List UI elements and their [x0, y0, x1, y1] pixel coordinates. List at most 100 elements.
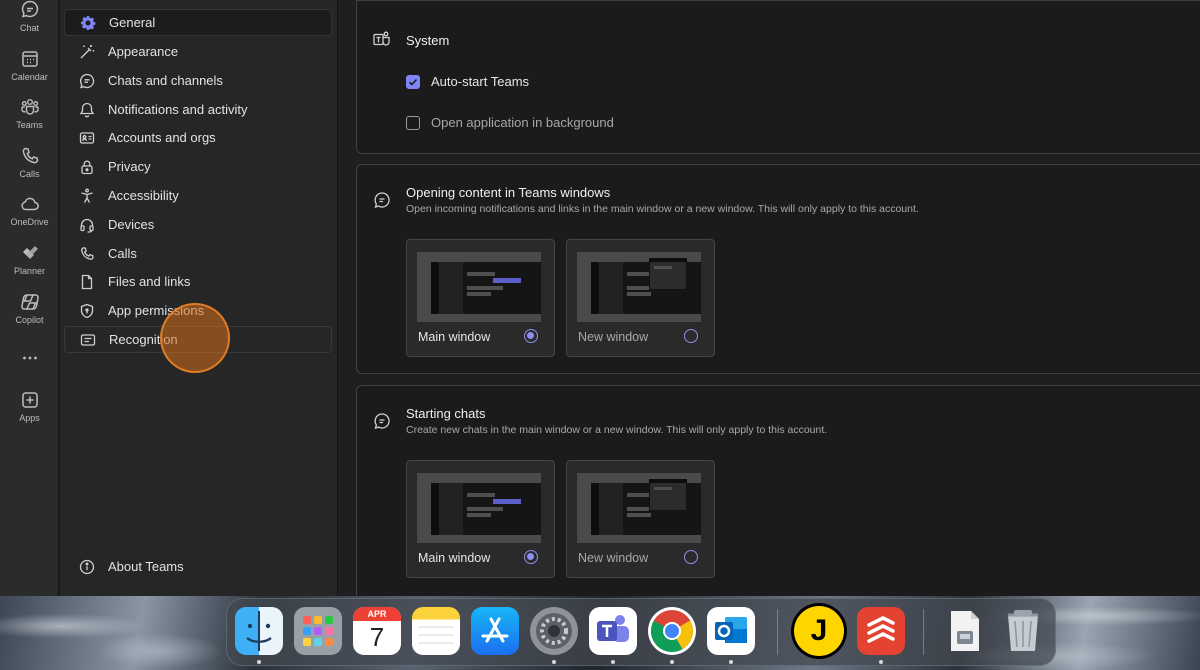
nav-label: Privacy — [108, 159, 151, 174]
calendar-month: APR — [353, 607, 401, 621]
main-window-thumbnail — [417, 473, 541, 543]
j-app-icon: J — [794, 606, 844, 656]
open-in-background-checkbox[interactable] — [406, 115, 420, 130]
rail-more[interactable] — [0, 348, 59, 368]
nav-label: Accounts and orgs — [108, 130, 216, 145]
new-window-thumbnail — [577, 473, 701, 543]
rail-planner[interactable]: Planner — [0, 243, 59, 276]
settings-nav-notifications[interactable]: Notifications and activity — [64, 96, 332, 123]
settings-nav-about[interactable]: About Teams — [64, 553, 332, 580]
calendar-icon — [21, 51, 38, 67]
rail-calls[interactable]: Calls — [0, 146, 59, 179]
teams-app-icon — [597, 615, 629, 642]
dock-todoist[interactable] — [857, 607, 905, 655]
rail-apps[interactable]: Apps — [0, 390, 59, 423]
teams-logo-icon — [373, 31, 390, 46]
click-indicator — [160, 303, 230, 373]
settings-nav-files-and-links[interactable]: Files and links — [64, 268, 332, 295]
dock-chrome[interactable] — [648, 607, 696, 655]
running-indicator — [879, 660, 883, 664]
dock-teams[interactable] — [589, 607, 637, 655]
dock-finder[interactable] — [235, 607, 283, 655]
open-in-background-label: Open application in background — [431, 115, 614, 130]
shield-icon — [79, 303, 95, 319]
new-window-radio[interactable] — [684, 550, 698, 564]
chat-icon — [21, 0, 38, 18]
rail-chat[interactable]: Chat — [0, 0, 59, 33]
rail-onedrive-label: OneDrive — [10, 217, 49, 227]
calendar-day: 7 — [369, 622, 385, 652]
dock-calendar[interactable]: APR 7 — [353, 607, 401, 655]
settings-nav-calls[interactable]: Calls — [64, 240, 332, 267]
opening-content-title: Opening content in Teams windows — [406, 185, 611, 200]
phone-icon — [22, 147, 38, 164]
dock: APR 7 J — [226, 598, 1056, 666]
settings-nav-privacy[interactable]: Privacy — [64, 153, 332, 180]
recognition-icon — [80, 332, 96, 348]
new-window-radio[interactable] — [684, 329, 698, 343]
notes-icon — [418, 626, 454, 644]
chats-new-window-option[interactable]: New window — [566, 460, 715, 578]
opening-content-panel: Opening content in Teams windows Open in… — [356, 164, 1200, 374]
rail-calendar-label: Calendar — [11, 72, 48, 82]
finder-icon — [246, 611, 272, 651]
dock-separator — [777, 609, 778, 655]
about-teams-label: About Teams — [108, 559, 184, 574]
todoist-icon — [867, 616, 895, 643]
starting-chats-panel: Starting chats Create new chats in the m… — [356, 385, 1200, 596]
system-title: System — [406, 33, 450, 48]
gear-icon — [80, 15, 96, 31]
open-in-background-option[interactable]: Open application in background — [406, 115, 614, 130]
dock-disk-image[interactable] — [941, 607, 989, 655]
rail-calls-label: Calls — [19, 169, 40, 179]
rail-copilot[interactable]: Copilot — [0, 292, 59, 325]
main-window-thumbnail — [417, 252, 541, 322]
running-indicator — [670, 660, 674, 664]
rail-teams-label: Teams — [16, 120, 43, 130]
rail-copilot-label: Copilot — [15, 315, 44, 325]
main-window-radio[interactable] — [524, 550, 538, 564]
general-settings-content: System Auto-start Teams Open application… — [339, 0, 1200, 596]
settings-nav-chats-and-channels[interactable]: Chats and channels — [64, 67, 332, 94]
headset-icon — [79, 217, 95, 233]
auto-start-teams-checkbox[interactable] — [406, 74, 420, 89]
copilot-icon — [20, 294, 39, 310]
checkmark-icon — [408, 78, 418, 86]
rail-chat-label: Chat — [19, 23, 39, 33]
dock-system-settings[interactable] — [530, 607, 578, 655]
new-window-thumbnail — [577, 252, 701, 322]
nav-label: Accessibility — [108, 188, 179, 203]
auto-start-teams-option[interactable]: Auto-start Teams — [406, 74, 529, 89]
disk-image-icon — [951, 611, 979, 651]
dock-notes[interactable] — [412, 607, 460, 655]
rail-onedrive[interactable]: OneDrive — [0, 194, 59, 227]
dock-launchpad[interactable] — [294, 607, 342, 655]
app-store-icon — [481, 617, 509, 643]
add-apps-icon — [21, 392, 38, 408]
settings-nav-accessibility[interactable]: Accessibility — [64, 182, 332, 209]
dock-trash[interactable] — [999, 607, 1047, 655]
outlook-icon — [715, 617, 747, 643]
trash-icon — [1008, 610, 1038, 651]
phone-icon — [79, 246, 95, 262]
rail-apps-label: Apps — [19, 413, 40, 423]
nav-label: Files and links — [108, 274, 191, 289]
dock-j-app[interactable]: J — [791, 603, 847, 659]
settings-nav-devices[interactable]: Devices — [64, 211, 332, 238]
nav-label: Calls — [108, 246, 137, 261]
opening-new-window-option[interactable]: New window — [566, 239, 715, 357]
dock-outlook[interactable] — [707, 607, 755, 655]
settings-nav-accounts[interactable]: Accounts and orgs — [64, 124, 332, 151]
opening-main-window-option[interactable]: Main window — [406, 239, 555, 357]
rail-teams[interactable]: Teams — [0, 97, 59, 130]
system-panel: System Auto-start Teams Open application… — [356, 0, 1200, 154]
running-indicator — [729, 660, 733, 664]
settings-nav-general[interactable]: General — [64, 9, 332, 36]
rail-calendar[interactable]: Calendar — [0, 49, 59, 82]
running-indicator — [552, 660, 556, 664]
settings-nav-appearance[interactable]: Appearance — [64, 38, 332, 65]
main-window-radio[interactable] — [524, 329, 538, 343]
chats-main-window-option[interactable]: Main window — [406, 460, 555, 578]
dock-app-store[interactable] — [471, 607, 519, 655]
nav-label: Devices — [108, 217, 155, 232]
